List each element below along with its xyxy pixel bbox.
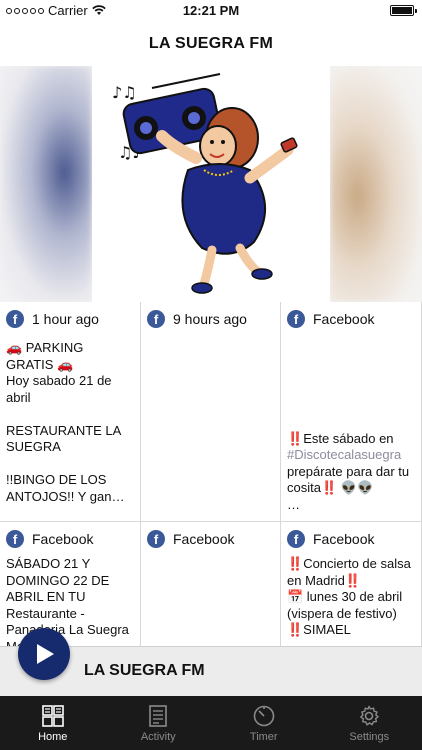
hero-blur-left <box>0 66 92 302</box>
tab-activity[interactable]: Activity <box>106 696 212 750</box>
feed-card[interactable]: f Facebook ‼️Este sábado en #Discotecala… <box>281 302 422 522</box>
facebook-icon: f <box>6 310 24 328</box>
hashtag-link[interactable]: #Discotecalasuegra <box>287 447 401 462</box>
status-bar: Carrier 12:21 PM <box>0 0 422 22</box>
card-meta: 1 hour ago <box>32 311 99 327</box>
card-meta: Facebook <box>173 531 235 547</box>
card-text: 🚗 PARKING GRATIS 🚗 Hoy sabado 21 de abri… <box>6 340 125 504</box>
feed-card[interactable]: f Facebook <box>141 522 281 654</box>
tab-label: Activity <box>140 731 176 743</box>
card-header: f Facebook <box>287 530 374 548</box>
double-exclamation-icon: ‼️ <box>344 572 361 588</box>
hero-banner: ♪♫ ♫♪ <box>0 66 422 302</box>
card-meta: Facebook <box>313 531 375 547</box>
svg-text:♪♫: ♪♫ <box>112 83 137 102</box>
tab-settings[interactable]: Settings <box>317 696 422 750</box>
cartoon-woman-boombox-icon: ♪♫ ♫♪ <box>112 73 298 294</box>
page-title: LA SUEGRA FM <box>148 35 274 52</box>
tab-label: Home <box>38 731 68 743</box>
tab-bar: Home Activity Timer Settings <box>0 696 422 750</box>
play-button[interactable] <box>18 628 70 680</box>
facebook-icon: f <box>147 310 165 328</box>
feed-grid: f 1 hour ago 🚗 PARKING GRATIS 🚗 Hoy saba… <box>0 302 422 654</box>
card-text: ‼️Concierto de salsa en Madrid‼️ 📅 lunes… <box>287 556 415 639</box>
feed-card[interactable]: f Facebook SÁBADO 21 Y DOMINGO 22 DE ABR… <box>0 522 141 654</box>
nav-bar: LA SUEGRA FM <box>0 22 422 66</box>
card-header: f Facebook <box>287 310 374 328</box>
player-station-title: LA SUEGRA FM <box>84 662 205 679</box>
card-text-line: Este sábado en <box>303 430 394 446</box>
card-header: f Facebook <box>147 530 234 548</box>
feed-card[interactable]: f 9 hours ago <box>141 302 281 522</box>
card-header: f 1 hour ago <box>6 310 99 328</box>
facebook-icon: f <box>6 530 24 548</box>
gear-icon <box>360 705 379 726</box>
hero-image: ♪♫ ♫♪ <box>92 66 330 302</box>
home-grid-icon <box>41 705 64 727</box>
status-time: 12:21 PM <box>182 3 240 18</box>
card-header: f 9 hours ago <box>147 310 247 328</box>
card-text-rest: 📅 lunes 30 de abril (vispera de festivo)… <box>287 589 403 637</box>
tab-label: Settings <box>349 731 390 743</box>
card-meta: 9 hours ago <box>173 311 247 327</box>
play-icon <box>37 644 54 664</box>
facebook-icon: f <box>147 530 165 548</box>
tab-home[interactable]: Home <box>0 696 106 750</box>
feed-card[interactable]: f 1 hour ago 🚗 PARKING GRATIS 🚗 Hoy saba… <box>0 302 141 522</box>
timer-icon <box>253 705 275 727</box>
card-text: ‼️Este sábado en #Discotecalasuegra prep… <box>287 431 415 514</box>
card-header: f Facebook <box>6 530 93 548</box>
battery-icon <box>390 5 417 16</box>
feed-card[interactable]: f Facebook ‼️Concierto de salsa en Madri… <box>281 522 422 654</box>
hero-blur-right <box>330 66 422 302</box>
facebook-icon: f <box>287 310 305 328</box>
tab-timer[interactable]: Timer <box>211 696 317 750</box>
card-meta: Facebook <box>313 311 375 327</box>
activity-icon <box>149 705 168 727</box>
card-meta: Facebook <box>32 531 94 547</box>
tab-label: Timer <box>249 731 278 743</box>
facebook-icon: f <box>287 530 305 548</box>
double-exclamation-icon: ‼️ <box>287 556 304 571</box>
double-exclamation-icon: ‼️ <box>287 430 304 446</box>
